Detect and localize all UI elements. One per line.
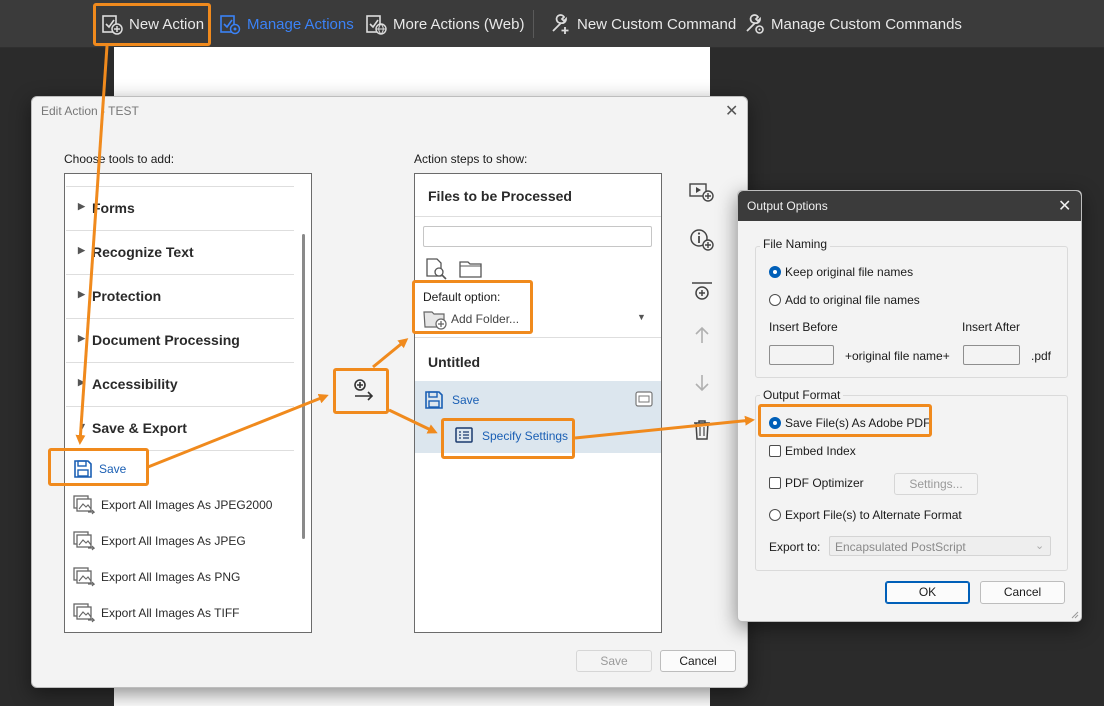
wrench-gear-icon bbox=[746, 14, 764, 34]
export-images-icon bbox=[73, 531, 95, 551]
output-dialog-title: Output Options bbox=[747, 199, 828, 213]
new-custom-command-button[interactable]: New Custom Command bbox=[549, 9, 736, 39]
cancel-button[interactable]: Cancel bbox=[980, 581, 1065, 604]
tool-export-tiff[interactable]: Export All Images As TIFF bbox=[73, 598, 240, 628]
export-alternate-label: Export File(s) to Alternate Format bbox=[785, 508, 962, 522]
file-naming-title: File Naming bbox=[760, 237, 831, 251]
section-document-processing[interactable]: ▶ Document Processing bbox=[66, 319, 294, 363]
add-to-original-label: Add to original file names bbox=[785, 293, 920, 307]
expand-arrow-icon: ▶ bbox=[78, 201, 85, 211]
wrench-add-icon bbox=[552, 14, 569, 34]
delete-trash-icon[interactable] bbox=[693, 419, 711, 441]
dropdown-arrow-icon: ▼ bbox=[637, 312, 646, 322]
ok-button[interactable]: OK bbox=[885, 581, 970, 604]
browse-folder-icon[interactable] bbox=[459, 260, 483, 278]
files-to-process-header: Files to be Processed bbox=[428, 188, 572, 204]
save-icon bbox=[425, 391, 443, 409]
collapse-arrow-icon: ▼ bbox=[78, 421, 87, 431]
keep-original-label: Keep original file names bbox=[785, 265, 914, 279]
more-actions-web-icon bbox=[366, 15, 387, 35]
browse-file-icon[interactable] bbox=[425, 258, 449, 280]
files-input[interactable] bbox=[423, 226, 652, 247]
export-images-icon bbox=[73, 603, 95, 623]
action-steps-label: Action steps to show: bbox=[414, 152, 528, 166]
output-format-title: Output Format bbox=[760, 388, 844, 402]
export-images-icon bbox=[73, 567, 95, 587]
export-to-value: Encapsulated PostScript bbox=[835, 540, 966, 554]
keep-original-radio[interactable] bbox=[769, 266, 781, 278]
insert-before-label: Insert Before bbox=[769, 320, 838, 334]
more-actions-web-label: More Actions (Web) bbox=[393, 15, 525, 33]
insert-pause-icon[interactable] bbox=[689, 181, 715, 203]
move-up-icon bbox=[695, 326, 709, 343]
highlight-save-tool bbox=[48, 448, 149, 486]
highlight-specify-settings bbox=[441, 418, 575, 459]
pdf-optimizer-checkbox[interactable] bbox=[769, 477, 781, 489]
section-recognize-text[interactable]: ▶ Recognize Text bbox=[66, 231, 294, 275]
manage-custom-commands-button[interactable]: Manage Custom Commands bbox=[743, 9, 962, 39]
tools-panel-top-edge bbox=[66, 174, 294, 187]
add-instruction-icon[interactable] bbox=[689, 228, 715, 252]
move-down-icon bbox=[695, 375, 709, 392]
insert-before-input bbox=[769, 345, 834, 365]
embed-index-label: Embed Index bbox=[785, 444, 856, 458]
expand-arrow-icon: ▶ bbox=[78, 333, 85, 343]
tool-export-jpeg[interactable]: Export All Images As JPEG bbox=[73, 526, 246, 556]
pdf-optimizer-label: PDF Optimizer bbox=[785, 476, 864, 490]
expand-arrow-icon: ▶ bbox=[78, 289, 85, 299]
manage-actions-button[interactable]: Manage Actions bbox=[219, 9, 354, 39]
section-save-export[interactable]: ▼ Save & Export bbox=[66, 407, 294, 451]
new-custom-command-label: New Custom Command bbox=[577, 15, 737, 33]
export-to-select: Encapsulated PostScript ⌄ bbox=[829, 536, 1051, 556]
add-separator-icon[interactable] bbox=[691, 281, 713, 301]
export-to-label: Export to: bbox=[769, 540, 821, 554]
untitled-group-label: Untitled bbox=[428, 354, 481, 370]
step-options-icon[interactable] bbox=[635, 391, 653, 407]
action-steps-panel: Files to be Processed Default option: Ad… bbox=[414, 173, 662, 633]
cancel-button[interactable]: Cancel bbox=[660, 650, 736, 672]
pdf-extension-label: .pdf bbox=[1031, 349, 1052, 363]
manage-actions-label: Manage Actions bbox=[247, 15, 354, 33]
add-to-original-radio[interactable] bbox=[769, 294, 781, 306]
divider bbox=[415, 337, 661, 338]
dialog-title: Edit Action - TEST bbox=[41, 104, 139, 118]
insert-after-input bbox=[963, 345, 1020, 365]
original-file-name-label: +original file name+ bbox=[845, 349, 950, 363]
close-icon[interactable]: ✕ bbox=[1058, 196, 1071, 216]
close-icon[interactable]: ✕ bbox=[725, 101, 738, 121]
highlight-save-as-pdf bbox=[758, 404, 932, 437]
save-button[interactable]: Save bbox=[576, 650, 652, 672]
tool-export-png[interactable]: Export All Images As PNG bbox=[73, 562, 240, 592]
section-accessibility[interactable]: ▶ Accessibility bbox=[66, 363, 294, 407]
embed-index-checkbox[interactable] bbox=[769, 445, 781, 457]
output-titlebar: Output Options ✕ bbox=[738, 191, 1081, 221]
resize-grip-icon[interactable] bbox=[1069, 609, 1079, 619]
edit-action-dialog: Edit Action - TEST ✕ Choose tools to add… bbox=[31, 96, 748, 688]
toolbar-divider bbox=[533, 10, 534, 38]
divider bbox=[415, 216, 661, 217]
manage-custom-commands-label: Manage Custom Commands bbox=[771, 15, 962, 33]
insert-after-label: Insert After bbox=[962, 320, 1021, 334]
export-alternate-radio[interactable] bbox=[769, 509, 781, 521]
expand-arrow-icon: ▶ bbox=[78, 377, 85, 387]
tools-scrollbar[interactable] bbox=[302, 234, 305, 539]
highlight-default-option bbox=[412, 280, 533, 334]
section-protection[interactable]: ▶ Protection bbox=[66, 275, 294, 319]
optimizer-settings-button[interactable]: Settings... bbox=[894, 473, 978, 495]
export-images-icon bbox=[73, 495, 95, 515]
highlight-add-button bbox=[333, 368, 389, 414]
step-save-label: Save bbox=[452, 393, 480, 407]
tool-export-jpeg2000[interactable]: Export All Images As JPEG2000 bbox=[73, 490, 272, 520]
manage-actions-icon bbox=[220, 15, 241, 35]
expand-arrow-icon: ▶ bbox=[78, 245, 85, 255]
choose-tools-label: Choose tools to add: bbox=[64, 152, 175, 166]
highlight-new-action bbox=[93, 3, 211, 46]
section-forms[interactable]: ▶ Forms bbox=[66, 187, 294, 231]
chevron-down-icon: ⌄ bbox=[1035, 540, 1045, 552]
more-actions-web-button[interactable]: More Actions (Web) bbox=[365, 9, 524, 39]
tools-panel: ▶ Forms ▶ Recognize Text ▶ Protection ▶ Docu… bbox=[64, 173, 312, 633]
